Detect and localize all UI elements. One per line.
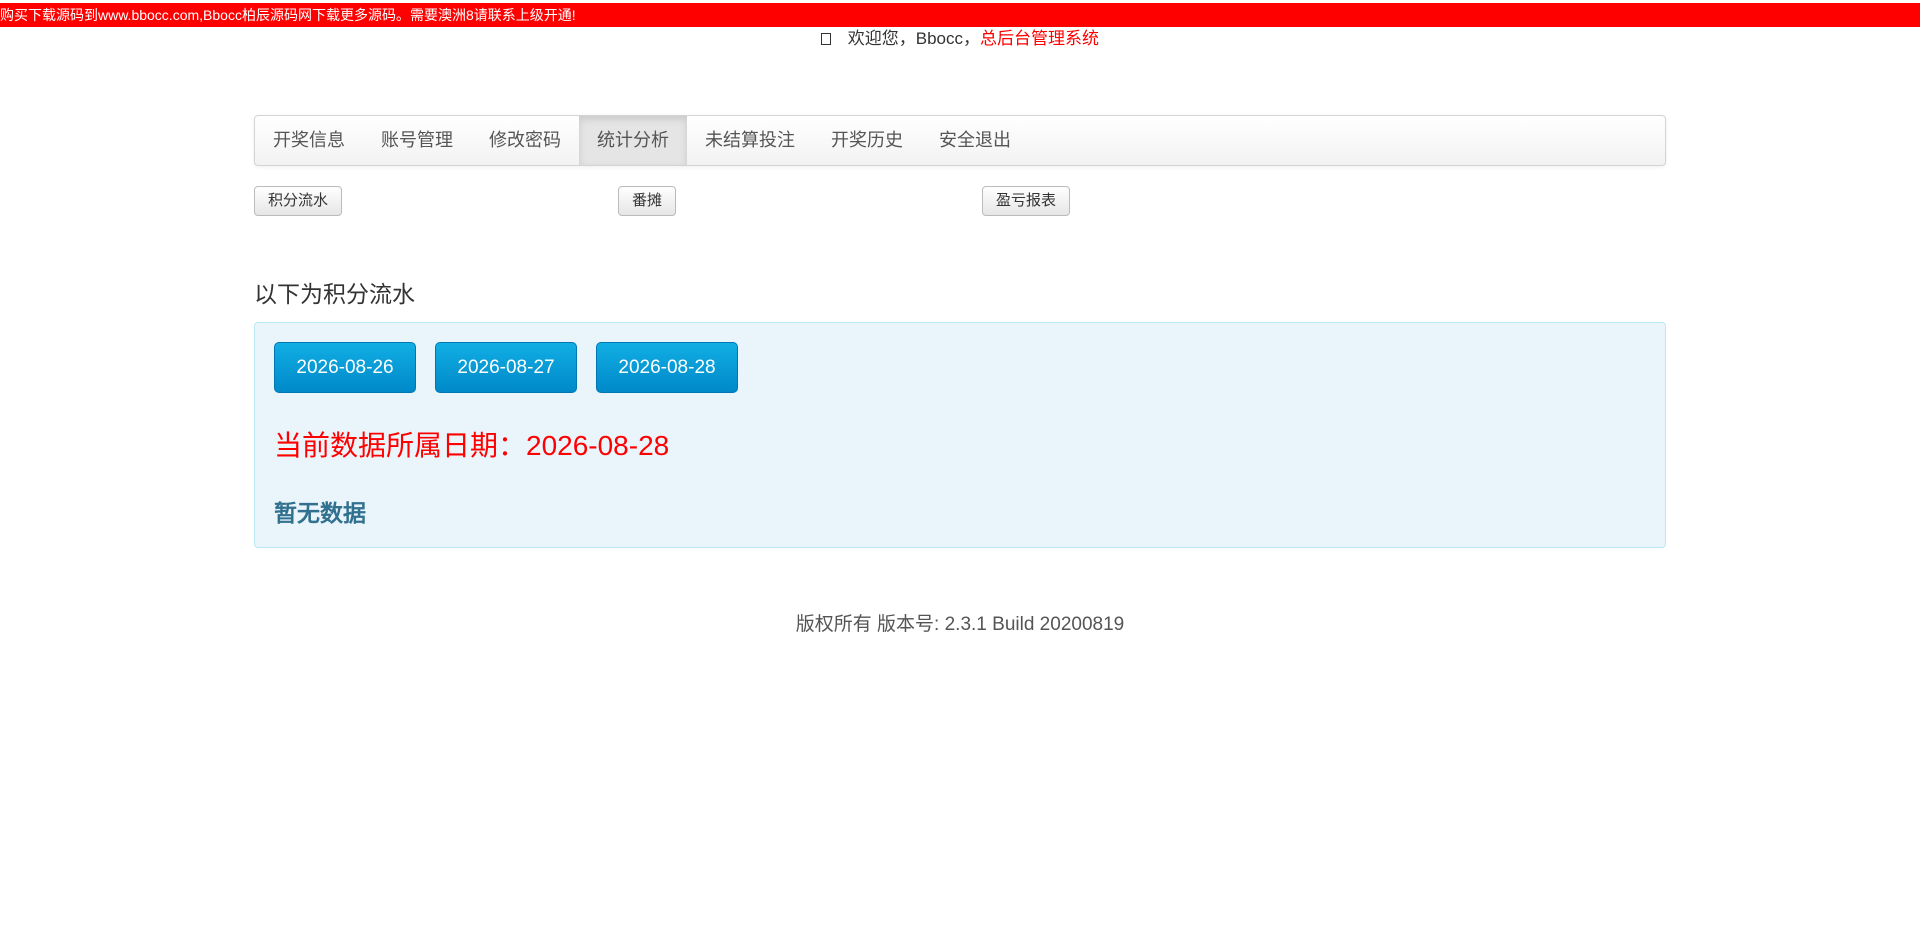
nav-item-change-password[interactable]: 修改密码 [471, 116, 579, 165]
nav-item-account-management[interactable]: 账号管理 [363, 116, 471, 165]
top-banner: 购买下载源码到www.bbocc.com,Bbocc柏辰源码网下载更多源码。需要… [0, 3, 1920, 27]
user-icon [821, 33, 831, 45]
welcome-bar: 欢迎您，Bbocc，总后台管理系统 [0, 28, 1920, 50]
date-button-3[interactable]: 2026-08-28 [596, 342, 738, 393]
current-date-label: 当前数据所属日期：2026-08-28 [274, 430, 670, 461]
fantan-button[interactable]: 番摊 [618, 186, 677, 216]
profit-report-button[interactable]: 盈亏报表 [982, 186, 1071, 216]
no-data-message: 暂无数据 [274, 500, 366, 526]
nav-item-draw-history[interactable]: 开奖历史 [813, 116, 921, 165]
welcome-text: 欢迎您，Bbocc， [847, 29, 980, 48]
date-button-1[interactable]: 2026-08-26 [274, 342, 416, 393]
nav-item-statistics[interactable]: 统计分析 [579, 116, 687, 165]
footer-copyright: 版权所有 版本号: 2.3.1 Build 20200819 [795, 614, 1125, 635]
date-button-2[interactable]: 2026-08-27 [435, 342, 577, 393]
nav-item-unsettled-bets[interactable]: 未结算投注 [687, 116, 813, 165]
points-flow-button[interactable]: 积分流水 [254, 186, 343, 216]
banner-text: 购买下载源码到www.bbocc.com,Bbocc柏辰源码网下载更多源码。需要… [0, 7, 576, 23]
nav-item-logout[interactable]: 安全退出 [921, 116, 1029, 165]
info-panel: 2026-08-26 2026-08-27 2026-08-28 当前数据所属日… [254, 322, 1666, 548]
section-title: 以下为积分流水 [254, 281, 415, 307]
main-navbar: 开奖信息 账号管理 修改密码 统计分析 未结算投注 开奖历史 安全退出 [254, 115, 1666, 166]
nav-item-draw-info[interactable]: 开奖信息 [255, 116, 363, 165]
system-link[interactable]: 总后台管理系统 [980, 29, 1099, 48]
